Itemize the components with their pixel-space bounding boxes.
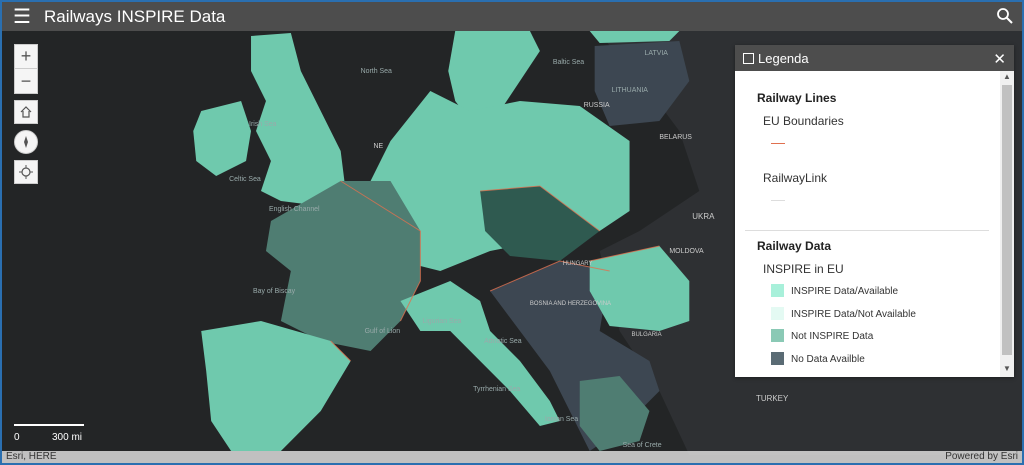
label-latvia: LATVIA — [644, 50, 668, 57]
compass-icon — [24, 136, 28, 148]
home-icon — [20, 106, 32, 118]
attribution-source: Esri, HERE — [6, 451, 57, 462]
scroll-down-icon[interactable]: ▼ — [1000, 364, 1014, 376]
scroll-up-icon[interactable]: ▲ — [1000, 72, 1014, 84]
label-railway-link: RailwayLink — [763, 171, 828, 185]
label-ionian-sea: Ionian Sea — [545, 416, 578, 423]
section-railway-data: Railway Data — [757, 239, 832, 253]
label-sea-of-crete: Sea of Crete — [623, 442, 662, 449]
label-ne: NE — [374, 143, 384, 150]
swatch-not-inspire — [771, 329, 784, 342]
label-tyrrhenian-sea: Tyrrhenian Sea — [473, 386, 520, 393]
swatch-inspire-available — [771, 284, 784, 297]
eu-boundaries-swatch — [771, 143, 785, 144]
scale-bar: 0 300 mi — [14, 420, 94, 448]
hamburger-icon[interactable]: ☰ — [2, 2, 42, 31]
app-title: Railways INSPIRE Data — [44, 6, 226, 26]
legend-scrollbar[interactable]: ▲ ▼ — [1000, 71, 1014, 377]
legend-title: Legenda — [758, 50, 809, 66]
zoom-controls: + − — [14, 44, 38, 94]
label-bay-of-biscay: Bay of Biscay — [253, 288, 296, 295]
label-ukraine: UKRA — [692, 212, 715, 221]
label-adriatic-sea: Adriatic Sea — [484, 338, 522, 345]
item-no-data: No Data Availble — [791, 354, 865, 365]
legend-panel: Legenda ✕ Railway Lines EU Boundaries Ra… — [735, 45, 1014, 377]
home-button[interactable] — [14, 100, 38, 124]
legend-divider — [745, 230, 989, 231]
label-hungary: HUNGARY — [563, 261, 593, 267]
swatch-no-data — [771, 352, 784, 365]
item-inspire-available: INSPIRE Data/Available — [791, 286, 899, 297]
compass-button[interactable] — [14, 130, 38, 154]
zoom-out-button[interactable]: − — [15, 69, 37, 93]
label-eu-boundaries: EU Boundaries — [763, 114, 844, 128]
label-inspire-eu: INSPIRE in EU — [763, 262, 844, 276]
label-english-channel: English Channel — [269, 206, 320, 213]
label-belarus: BELARUS — [659, 134, 692, 141]
section-railway-lines: Railway Lines — [757, 91, 837, 105]
locate-button[interactable] — [14, 160, 38, 184]
attribution-powered-by[interactable]: Powered by Esri — [945, 451, 1018, 463]
legend-header: Legenda ✕ — [735, 45, 1014, 71]
label-gulf-of-lion: Gulf of Lion — [365, 328, 401, 335]
app-header: ☰ Railways INSPIRE Data — [2, 2, 1022, 31]
label-russia: RUSSIA — [584, 102, 610, 109]
search-icon[interactable] — [996, 7, 1014, 25]
label-north-sea: North Sea — [361, 68, 392, 75]
label-baltic-sea: Baltic Sea — [553, 59, 584, 66]
label-celtic-sea: Celtic Sea — [229, 176, 261, 183]
label-moldova: MOLDOVA — [669, 248, 704, 255]
zoom-in-button[interactable]: + — [15, 45, 37, 69]
scale-start-label: 0 — [14, 432, 20, 443]
swatch-inspire-not-available — [771, 307, 784, 320]
railway-link-swatch — [771, 200, 785, 201]
map-attribution: Esri, HERE Powered by Esri — [2, 451, 1022, 463]
legend-icon — [743, 52, 754, 64]
legend-body: Railway Lines EU Boundaries RailwayLink … — [735, 71, 1000, 377]
label-irish-sea: Irish Sea — [249, 121, 277, 128]
scroll-thumb[interactable] — [1002, 85, 1012, 355]
label-ligurian-sea: Ligurian Sea — [422, 318, 461, 325]
locate-icon — [19, 165, 33, 179]
scale-end-label: 300 mi — [52, 432, 83, 443]
label-bulgaria: BULGARIA — [632, 332, 662, 338]
label-bosnia: BOSNIA AND HERZEGOVINA — [530, 301, 611, 307]
item-inspire-not-available: INSPIRE Data/Not Available — [791, 309, 916, 320]
close-icon[interactable]: ✕ — [993, 50, 1006, 68]
item-not-inspire: Not INSPIRE Data — [791, 331, 874, 342]
label-lithuania: LITHUANIA — [612, 87, 649, 94]
label-turkey: TURKEY — [756, 394, 789, 403]
app-window: ☰ Railways INSPIRE Data North Sea Irish … — [0, 0, 1024, 465]
scale-line — [14, 424, 84, 428]
